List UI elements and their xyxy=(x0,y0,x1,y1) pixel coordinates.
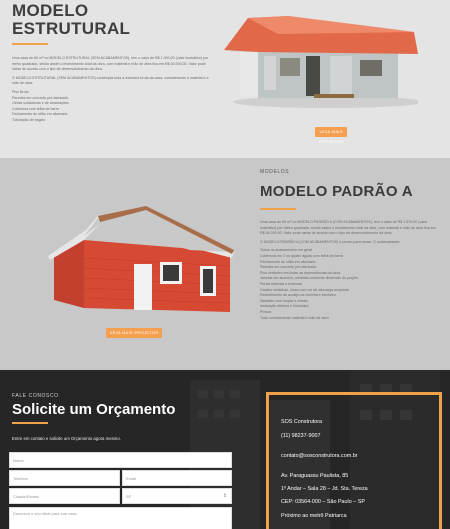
contact-info-card: SOS Construtora (11) 98237-9007 contato@… xyxy=(266,392,442,529)
view-more-projects-button[interactable]: VEJA MAIS PROJETOS xyxy=(315,127,347,144)
model-description: Uma casa de 60 m² no MODELO PADRÃO A (CO… xyxy=(260,220,440,324)
structural-house-image xyxy=(224,16,418,108)
email-input[interactable]: Email xyxy=(122,470,232,486)
title-divider xyxy=(260,208,296,210)
email-address: contato@sosconstrutora.com.br xyxy=(281,453,358,459)
location-reference: Próximo ao metrô Patriarca xyxy=(281,513,347,519)
view-more-projects-button[interactable]: VEJA MAIS PROJETOS xyxy=(106,328,162,338)
feature-list: Todos os acabamentos em geral Cobertura … xyxy=(260,248,359,320)
description-paragraph: Uma casa de 60 m² no MODELO PADRÃO A (CO… xyxy=(260,220,436,236)
title-divider xyxy=(12,43,48,45)
description-paragraph: O MODELO PADRÃO A (COM ACABAMENTOS) é pr… xyxy=(260,239,401,244)
brick-house-image xyxy=(48,206,234,312)
address-line: Av. Paraguassu Paulista, 85 xyxy=(281,473,349,479)
state-select-value: SP xyxy=(126,494,132,499)
address-line: 1º Andar – Sala 28 – Jd. Sta. Tereza xyxy=(281,486,368,492)
section-kicker: FALE CONOSCO xyxy=(12,393,59,399)
section-title: Solicite um Orçamento xyxy=(12,401,176,418)
section-title: MODELO PADRÃO A xyxy=(260,183,413,200)
description-paragraph: O MODELO ESTRUTURAL (SEM ACABAMENTOS) co… xyxy=(12,75,209,86)
quote-request-section: FALE CONOSCO Solicite um Orçamento Entre… xyxy=(0,370,450,529)
section-title: MODELO ESTRUTURAL xyxy=(12,1,131,38)
modelo-estrutural-section: MODELO ESTRUTURAL Uma casa de 60 m² no M… xyxy=(0,0,450,158)
phone-number: (11) 98237-9007 xyxy=(281,433,321,439)
feature-list: Piso Bruto Paredes em concreto pré-fabri… xyxy=(12,89,69,122)
city-input[interactable]: Cidade/Estado xyxy=(9,488,120,504)
chevron-updown-icon: ⇕ xyxy=(222,493,227,499)
modelo-padrao-a-section: MODELOS MODELO PADRÃO A Uma casa de 60 m… xyxy=(0,158,450,370)
title-divider xyxy=(12,422,48,424)
section-kicker: MODELOS xyxy=(260,169,290,175)
section-lead: Entre em contato e solicite um Orçamento… xyxy=(12,436,121,441)
name-input[interactable]: Nome xyxy=(9,452,232,468)
phone-input[interactable]: Telefone xyxy=(9,470,120,486)
postal-code: CEP: 03564-000 – São Paulo – SP xyxy=(281,499,365,505)
model-description: Uma casa de 60 m² no MODELO ESTRUTURAL (… xyxy=(12,56,212,127)
description-paragraph: Uma casa de 60 m² no MODELO ESTRUTURAL (… xyxy=(12,56,209,72)
message-textarea[interactable]: Descreva o seu ideal para sua casa xyxy=(9,507,232,529)
state-select[interactable]: SP ⇕ xyxy=(122,488,232,504)
company-name: SOS Construtora xyxy=(281,419,323,425)
